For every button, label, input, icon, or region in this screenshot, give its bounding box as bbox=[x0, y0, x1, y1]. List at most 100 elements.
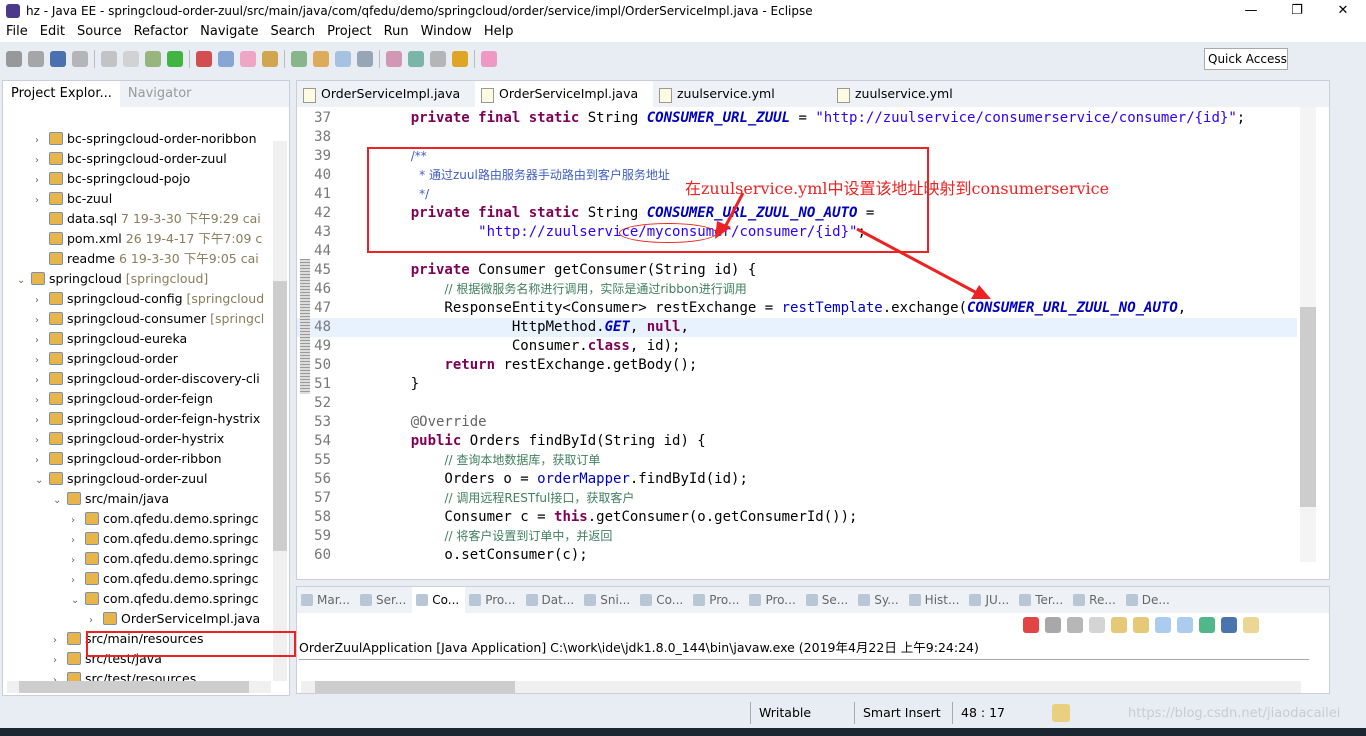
show-console-stdout-icon[interactable] bbox=[1155, 617, 1171, 633]
tree-item[interactable]: › springcloud-order-feign-hystrix bbox=[35, 409, 260, 429]
terminate-icon[interactable] bbox=[1023, 617, 1039, 633]
tree-item[interactable]: › springcloud-order bbox=[35, 349, 178, 369]
tab-navigator[interactable]: Navigator bbox=[120, 81, 200, 107]
console-view-tab[interactable]: Ter... bbox=[1015, 587, 1069, 613]
console-view-tab[interactable]: Hist... bbox=[905, 587, 966, 613]
console-view-tab[interactable]: Pro... bbox=[465, 587, 521, 613]
expand-toggle-icon[interactable]: ⌄ bbox=[17, 271, 29, 289]
menu-window[interactable]: Window bbox=[421, 22, 472, 42]
tree-item[interactable]: › springcloud-config [springcloud bbox=[35, 289, 264, 309]
toolbar-button-icon[interactable] bbox=[6, 51, 22, 67]
toolbar-button-icon[interactable] bbox=[430, 51, 446, 67]
expand-toggle-icon[interactable]: ⌄ bbox=[71, 591, 83, 609]
toolbar-button-icon[interactable] bbox=[481, 51, 497, 67]
code-line[interactable]: 60 o.setConsumer(c); bbox=[297, 546, 1297, 562]
menu-help[interactable]: Help bbox=[484, 22, 514, 42]
console-view-tab[interactable]: Ser... bbox=[356, 587, 412, 613]
menu-edit[interactable]: Edit bbox=[40, 22, 65, 42]
code-line[interactable]: 56 Orders o = orderMapper.findById(id); bbox=[297, 470, 1297, 489]
progress-icon[interactable] bbox=[1052, 704, 1070, 722]
toolbar-button-icon[interactable] bbox=[240, 51, 256, 67]
remove-launch-icon[interactable] bbox=[1045, 617, 1061, 633]
expand-toggle-icon[interactable]: › bbox=[35, 391, 47, 409]
tree-item[interactable]: › com.qfedu.demo.springc bbox=[71, 569, 259, 589]
code-line[interactable]: 55 // 查询本地数据库，获取订单 bbox=[297, 451, 1297, 470]
tree-item[interactable]: › bc-springcloud-pojo bbox=[35, 169, 190, 189]
toolbar-button-icon[interactable] bbox=[218, 51, 234, 67]
tree-item[interactable]: › springcloud-order-feign bbox=[35, 389, 213, 409]
expand-toggle-icon[interactable]: › bbox=[35, 171, 47, 189]
toolbar-button-icon[interactable] bbox=[167, 51, 183, 67]
toolbar-button-icon[interactable] bbox=[28, 51, 44, 67]
console-view-tab[interactable]: Sni... bbox=[580, 587, 636, 613]
menu-source[interactable]: Source bbox=[77, 22, 122, 42]
expand-toggle-icon[interactable]: › bbox=[35, 291, 47, 309]
console-horizontal-scrollbar[interactable] bbox=[301, 681, 1301, 693]
console-view-tab[interactable]: Pro... bbox=[745, 587, 801, 613]
tree-horizontal-scrollbar[interactable] bbox=[7, 681, 271, 693]
code-editor[interactable]: OrderServiceImpl.java OrderServiceImpl.ja… bbox=[296, 80, 1330, 580]
tree-item[interactable]: › OrderServiceImpl.java bbox=[89, 609, 260, 629]
menu-run[interactable]: Run bbox=[384, 22, 409, 42]
code-line[interactable]: 49 Consumer.class, id); bbox=[297, 337, 1297, 356]
clear-console-icon[interactable] bbox=[1089, 617, 1105, 633]
expand-toggle-icon[interactable]: ⌄ bbox=[35, 471, 47, 489]
show-console-stderr-icon[interactable] bbox=[1177, 617, 1193, 633]
code-line[interactable]: 50 return restExchange.getBody(); bbox=[297, 356, 1297, 375]
code-line[interactable]: 53 @Override bbox=[297, 413, 1297, 432]
code-line[interactable]: 52 bbox=[297, 394, 1297, 413]
code-line[interactable]: 59 // 将客户设置到订单中，并返回 bbox=[297, 527, 1297, 546]
expand-toggle-icon[interactable]: › bbox=[35, 151, 47, 169]
close-button[interactable]: ✕ bbox=[1320, 0, 1366, 22]
code-line[interactable]: 58 Consumer c = this.getConsumer(o.getCo… bbox=[297, 508, 1297, 527]
expand-toggle-icon[interactable]: › bbox=[71, 551, 83, 569]
console-view-tab[interactable]: Co... bbox=[636, 587, 689, 613]
tree-item[interactable]: › springcloud-consumer [springcl bbox=[35, 309, 264, 329]
tree-item[interactable]: › bc-springcloud-order-zuul bbox=[35, 149, 227, 169]
remove-all-icon[interactable] bbox=[1067, 617, 1083, 633]
quick-access-input[interactable]: Quick Access bbox=[1204, 48, 1288, 70]
tree-item[interactable]: ⌄ src/main/java bbox=[53, 489, 169, 509]
tree-item[interactable]: ⌄ springcloud-order-zuul bbox=[35, 469, 207, 489]
console-view-tab[interactable]: Pro... bbox=[689, 587, 745, 613]
expand-toggle-icon[interactable]: › bbox=[71, 511, 83, 529]
console-view-tab[interactable]: De... bbox=[1122, 587, 1176, 613]
expand-toggle-icon[interactable]: › bbox=[89, 611, 101, 629]
console-view-tab[interactable]: Se... bbox=[802, 587, 854, 613]
display-console-icon[interactable] bbox=[1221, 617, 1237, 633]
toolbar-button-icon[interactable] bbox=[386, 51, 402, 67]
expand-toggle-icon[interactable]: › bbox=[35, 131, 47, 149]
expand-toggle-icon[interactable]: › bbox=[71, 531, 83, 549]
expand-toggle-icon[interactable]: › bbox=[53, 631, 65, 649]
tree-item[interactable]: › springcloud-order-discovery-cli bbox=[35, 369, 260, 389]
tab-project-explorer[interactable]: Project Explor... bbox=[3, 81, 120, 107]
menu-navigate[interactable]: Navigate bbox=[200, 22, 258, 42]
minimize-button[interactable]: — bbox=[1228, 0, 1274, 22]
menu-project[interactable]: Project bbox=[327, 22, 371, 42]
console-view-tab[interactable]: Dat... bbox=[522, 587, 581, 613]
toolbar-button-icon[interactable] bbox=[291, 51, 307, 67]
expand-toggle-icon[interactable]: › bbox=[35, 411, 47, 429]
code-line[interactable]: 54 public Orders findById(String id) { bbox=[297, 432, 1297, 451]
tree-item[interactable]: › com.qfedu.demo.springc bbox=[71, 529, 259, 549]
toolbar-button-icon[interactable] bbox=[262, 51, 278, 67]
expand-toggle-icon[interactable]: ⌄ bbox=[53, 491, 65, 509]
tree-item[interactable]: › com.qfedu.demo.springc bbox=[71, 509, 259, 529]
tree-item[interactable]: › com.qfedu.demo.springc bbox=[71, 549, 259, 569]
tree-item[interactable]: › bc-springcloud-order-noribbon bbox=[35, 129, 257, 149]
tree-item[interactable]: › springcloud-order-ribbon bbox=[35, 449, 222, 469]
tree-item[interactable]: › springcloud-eureka bbox=[35, 329, 187, 349]
toolbar-button-icon[interactable] bbox=[145, 51, 161, 67]
tree-item[interactable]: ⌄ springcloud [springcloud] bbox=[17, 269, 208, 289]
expand-toggle-icon[interactable]: › bbox=[53, 651, 65, 669]
console-view-tab[interactable]: JU... bbox=[965, 587, 1015, 613]
toolbar-button-icon[interactable] bbox=[101, 51, 117, 67]
tree-vertical-scrollbar[interactable] bbox=[273, 141, 287, 681]
toolbar-button-icon[interactable] bbox=[408, 51, 424, 67]
toolbar-button-icon[interactable] bbox=[335, 51, 351, 67]
menu-search[interactable]: Search bbox=[270, 22, 315, 42]
toolbar-button-icon[interactable] bbox=[123, 51, 139, 67]
open-console-icon[interactable] bbox=[1243, 617, 1259, 633]
code-line[interactable]: 51 } bbox=[297, 375, 1297, 394]
code-line[interactable]: 57 // 调用远程RESTful接口，获取客户 bbox=[297, 489, 1297, 508]
